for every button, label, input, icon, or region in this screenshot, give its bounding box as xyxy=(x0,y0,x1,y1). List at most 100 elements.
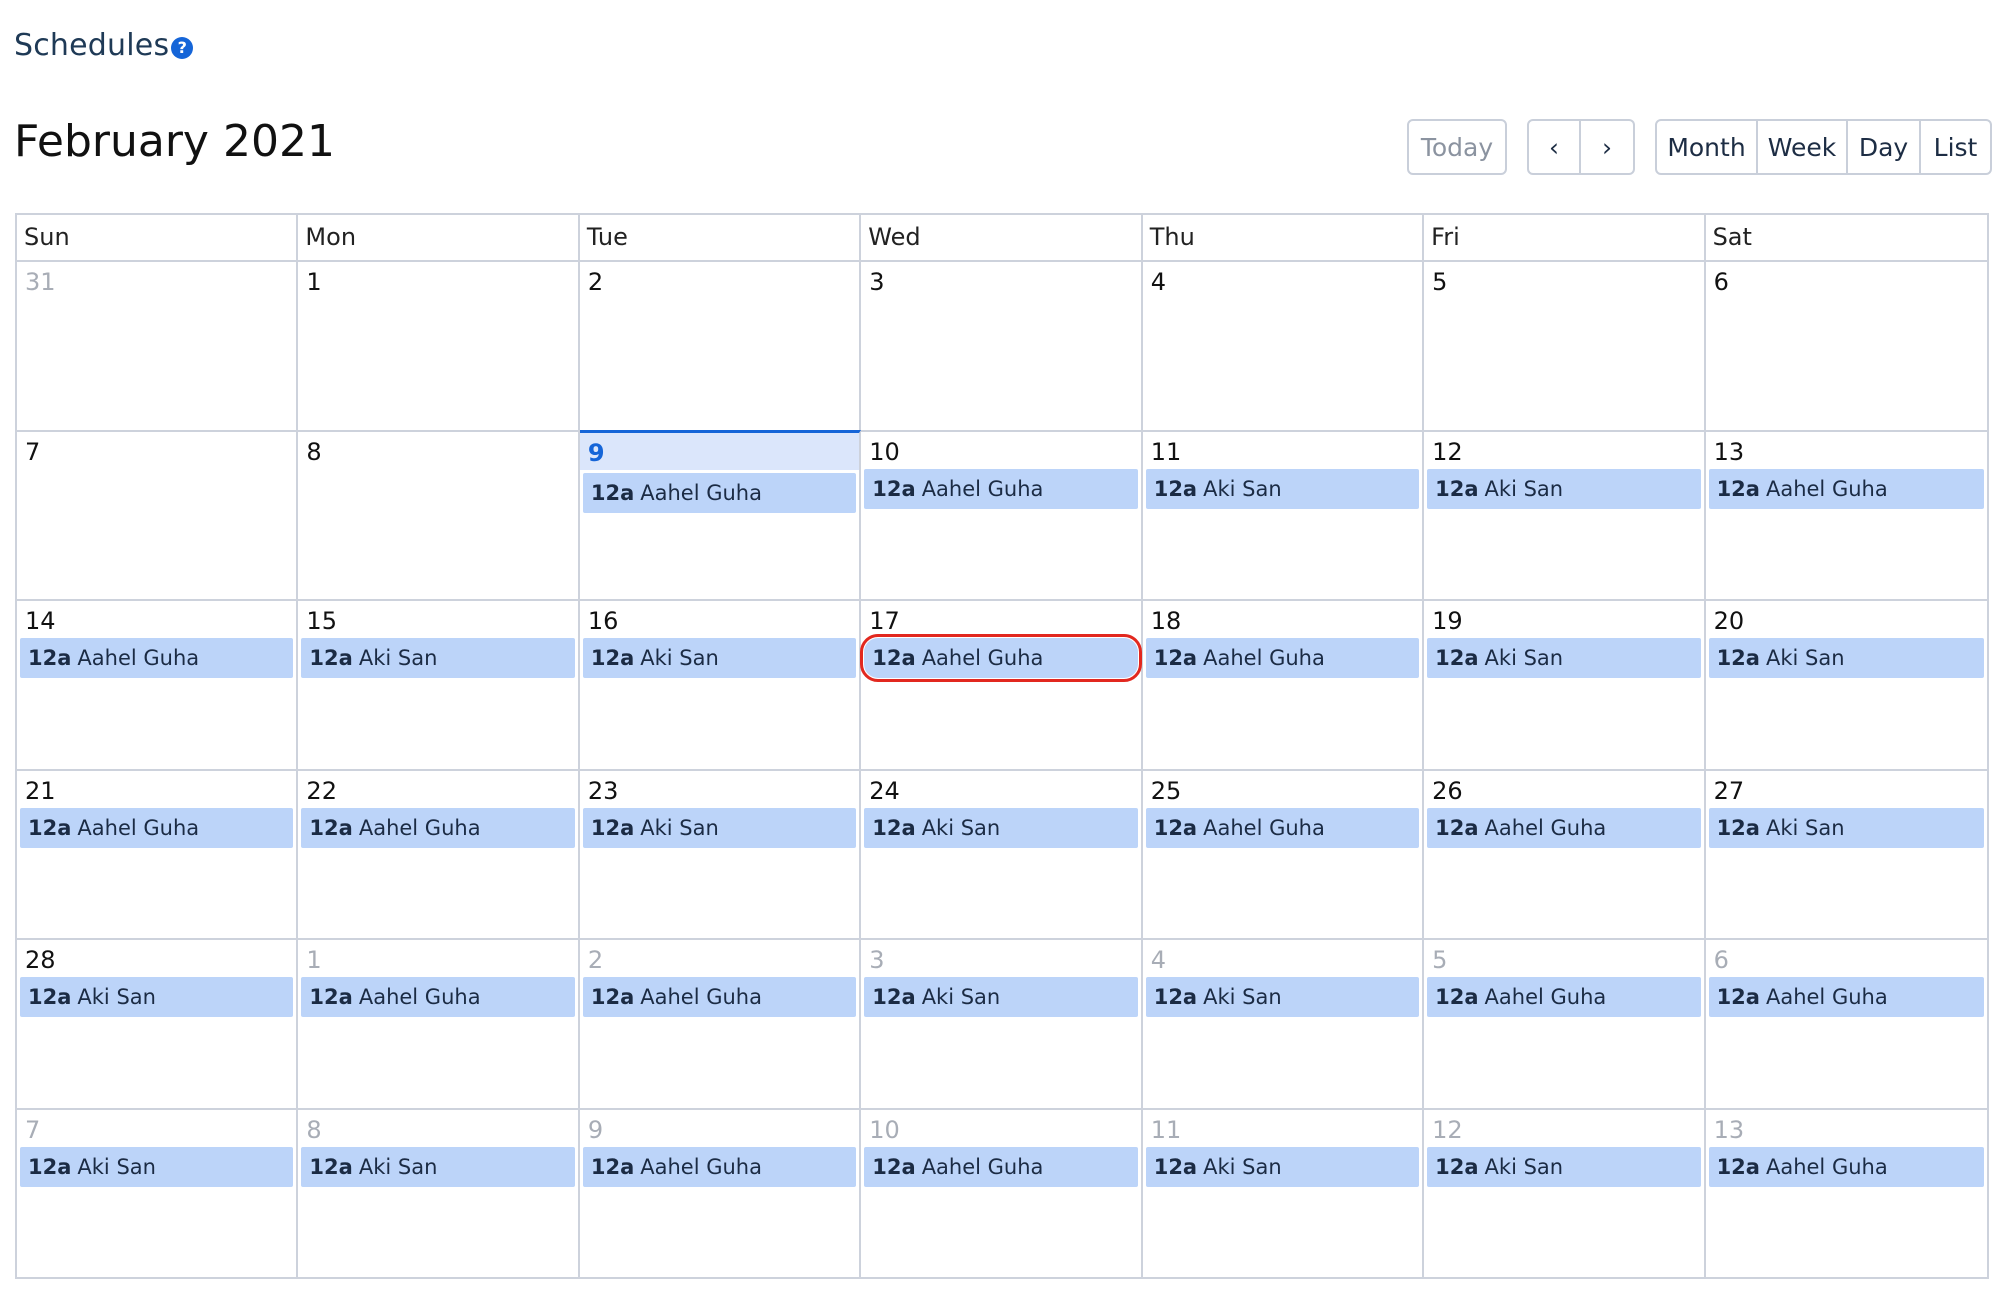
calendar-event[interactable]: 12a Aki San xyxy=(20,1146,294,1187)
calendar-day-cell[interactable]: 22 12a Aahel Guha xyxy=(298,770,580,938)
calendar-day-cell[interactable]: 6 xyxy=(1706,262,1987,430)
calendar-day-cell[interactable]: 10 12a Aahel Guha xyxy=(861,1109,1143,1279)
calendar-event[interactable]: 12a Aahel Guha xyxy=(864,1146,1138,1187)
calendar-day-cell[interactable]: 25 12a Aahel Guha xyxy=(1143,770,1425,938)
day-number[interactable]: 16 xyxy=(580,601,859,635)
calendar-day-cell[interactable]: 26 12a Aahel Guha xyxy=(1424,770,1706,938)
calendar-event[interactable]: 12a Aki San xyxy=(864,807,1138,848)
calendar-day-cell[interactable]: 4 xyxy=(1143,262,1425,430)
calendar-event-highlighted[interactable]: 12a Aahel Guha xyxy=(860,634,1142,682)
today-button[interactable]: Today xyxy=(1407,119,1507,175)
calendar-day-cell[interactable]: 7 12a Aki San xyxy=(17,1109,299,1279)
day-number[interactable]: 21 xyxy=(17,771,296,805)
calendar-event[interactable]: 12a Aki San xyxy=(20,977,294,1017)
calendar-day-cell[interactable]: 27 12a Aki San xyxy=(1706,771,1987,939)
calendar-event[interactable]: 12a Aki San xyxy=(864,977,1138,1017)
day-number[interactable]: 22 xyxy=(298,771,577,805)
day-number[interactable]: 6 xyxy=(1706,940,1987,974)
calendar-day-cell[interactable]: 5 xyxy=(1424,262,1706,430)
calendar-day-cell[interactable]: 16 12a Aki San xyxy=(580,601,862,769)
day-number[interactable]: 5 xyxy=(1424,940,1703,974)
day-number[interactable]: 2 xyxy=(580,940,859,974)
calendar-event[interactable]: 12a Aahel Guha xyxy=(1145,638,1420,678)
day-number[interactable]: 5 xyxy=(1424,262,1703,296)
day-number[interactable]: 14 xyxy=(17,601,296,635)
calendar-day-cell[interactable]: 8 xyxy=(298,431,580,599)
day-number[interactable]: 28 xyxy=(17,940,296,974)
calendar-event[interactable]: 12a Aki San xyxy=(582,807,857,848)
day-number[interactable]: 7 xyxy=(17,432,296,466)
calendar-day-cell[interactable]: 9 12a Aahel Guha xyxy=(580,1109,862,1279)
calendar-event[interactable]: 12a Aahel Guha xyxy=(1708,468,1984,509)
calendar-event[interactable]: 12a Aahel Guha xyxy=(582,1146,857,1187)
calendar-day-cell[interactable]: 10 12a Aahel Guha xyxy=(861,431,1143,599)
day-number[interactable]: 9 xyxy=(579,432,860,470)
calendar-day-cell[interactable]: 6 12a Aahel Guha xyxy=(1706,940,1987,1108)
calendar-day-cell[interactable]: 12 12a Aki San xyxy=(1424,1109,1706,1279)
day-number[interactable]: 1 xyxy=(298,262,577,296)
day-number[interactable]: 12 xyxy=(1424,1110,1703,1144)
day-number[interactable]: 10 xyxy=(861,432,1140,466)
calendar-day-cell[interactable]: 13 12a Aahel Guha xyxy=(1706,1110,1987,1280)
calendar-event[interactable]: 12a Aahel Guha xyxy=(1145,807,1420,848)
calendar-event[interactable]: 12a Aahel Guha xyxy=(20,807,294,848)
day-number[interactable]: 11 xyxy=(1143,1110,1422,1144)
view-week-button[interactable]: Week xyxy=(1758,119,1848,175)
calendar-day-cell[interactable]: 8 12a Aki San xyxy=(298,1109,580,1279)
day-number[interactable]: 26 xyxy=(1424,771,1703,805)
calendar-event[interactable]: 12a Aki San xyxy=(1145,1146,1420,1187)
calendar-day-cell[interactable]: 5 12a Aahel Guha xyxy=(1424,940,1706,1108)
calendar-event[interactable]: 12a Aki San xyxy=(301,638,575,678)
day-number[interactable]: 12 xyxy=(1424,432,1703,466)
view-month-button[interactable]: Month xyxy=(1655,119,1758,175)
next-button[interactable]: › xyxy=(1581,119,1635,175)
calendar-event[interactable]: 12a Aahel Guha xyxy=(1427,807,1701,848)
day-number[interactable]: 23 xyxy=(580,771,859,805)
day-number[interactable]: 3 xyxy=(861,262,1140,296)
day-number[interactable]: 3 xyxy=(861,940,1140,974)
calendar-event[interactable]: 12a Aahel Guha xyxy=(864,468,1138,509)
view-day-button[interactable]: Day xyxy=(1848,119,1921,175)
view-list-button[interactable]: List xyxy=(1921,119,1992,175)
calendar-event[interactable]: 12a Aahel Guha xyxy=(1708,977,1984,1017)
day-number[interactable]: 11 xyxy=(1143,432,1422,466)
calendar-event[interactable]: 12a Aahel Guha xyxy=(301,977,575,1017)
prev-button[interactable]: ‹ xyxy=(1527,119,1581,175)
day-number[interactable]: 24 xyxy=(861,771,1140,805)
calendar-day-cell[interactable]: 28 12a Aki San xyxy=(17,940,299,1108)
calendar-day-cell[interactable]: 17 12a Aahel Guha xyxy=(860,601,1143,769)
calendar-day-cell[interactable]: 18 12a Aahel Guha xyxy=(1143,601,1425,769)
day-number[interactable]: 25 xyxy=(1143,771,1422,805)
day-number[interactable]: 17 xyxy=(861,601,1140,635)
day-number[interactable]: 18 xyxy=(1143,601,1422,635)
day-number[interactable]: 9 xyxy=(580,1110,859,1144)
calendar-event[interactable]: 12a Aki San xyxy=(1145,468,1420,509)
calendar-day-cell[interactable]: 19 12a Aki San xyxy=(1424,601,1706,769)
calendar-day-cell[interactable]: 2 12a Aahel Guha xyxy=(580,940,862,1108)
day-number[interactable]: 7 xyxy=(17,1110,296,1144)
calendar-day-cell[interactable]: 14 12a Aahel Guha xyxy=(17,601,299,769)
calendar-event[interactable]: 12a Aki San xyxy=(1427,468,1701,509)
calendar-day-cell[interactable]: 24 12a Aki San xyxy=(861,770,1143,938)
day-number[interactable]: 13 xyxy=(1706,1110,1987,1144)
calendar-day-cell[interactable]: 1 xyxy=(298,262,580,430)
calendar-day-cell[interactable]: 3 12a Aki San xyxy=(861,940,1143,1108)
day-number[interactable]: 15 xyxy=(298,601,577,635)
calendar-event[interactable]: 12a Aahel Guha xyxy=(582,472,857,513)
calendar-day-cell-today[interactable]: 9 12a Aahel Guha xyxy=(579,429,862,599)
calendar-day-cell[interactable]: 15 12a Aki San xyxy=(298,601,580,769)
calendar-event[interactable]: 12a Aahel Guha xyxy=(301,807,575,848)
calendar-event[interactable]: 12a Aahel Guha xyxy=(20,638,294,678)
calendar-event[interactable]: 12a Aahel Guha xyxy=(582,977,857,1017)
calendar-day-cell[interactable]: 23 12a Aki San xyxy=(580,770,862,938)
calendar-day-cell[interactable]: 1 12a Aahel Guha xyxy=(298,940,580,1108)
day-number[interactable]: 2 xyxy=(580,262,859,296)
calendar-day-cell[interactable]: 13 12a Aahel Guha xyxy=(1706,432,1987,600)
calendar-day-cell[interactable]: 31 xyxy=(17,262,299,430)
calendar-day-cell[interactable]: 11 12a Aki San xyxy=(1143,1109,1425,1279)
day-number[interactable]: 4 xyxy=(1143,262,1422,296)
day-number[interactable]: 8 xyxy=(298,1110,577,1144)
calendar-day-cell[interactable]: 20 12a Aki San xyxy=(1706,601,1987,769)
day-number[interactable]: 20 xyxy=(1706,601,1987,635)
calendar-day-cell[interactable]: 12 12a Aki San xyxy=(1424,431,1706,599)
